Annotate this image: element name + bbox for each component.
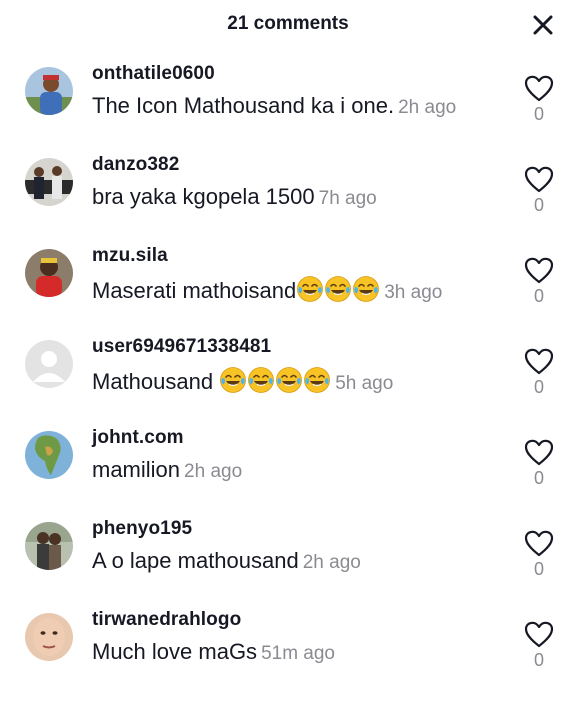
face-with-tears-of-joy-icon xyxy=(297,276,324,302)
comment-text: bra yaka kgopela 1500 xyxy=(92,184,315,209)
comment-time: 2h ago xyxy=(398,97,457,118)
comment-item: tirwanedrahlogo Much love maGs 51m ago 0 xyxy=(0,609,576,704)
comment-text-line: Mathousand 5h ago xyxy=(92,366,393,395)
comment-text: A o lape mathousand xyxy=(92,548,299,573)
comment-time: 3h ago xyxy=(384,282,443,303)
face-with-tears-of-joy-icon xyxy=(248,367,275,393)
heart-outline-icon xyxy=(524,257,554,284)
comment-item: johnt.com mamilion 2h ago 0 xyxy=(0,427,576,522)
like-button[interactable]: 0 xyxy=(522,621,556,681)
heart-outline-icon xyxy=(524,530,554,557)
default-avatar-icon xyxy=(25,340,73,388)
face-with-tears-of-joy-icon xyxy=(276,367,303,393)
comment-text: The Icon Mathousand ka i one. xyxy=(92,93,395,118)
like-count: 0 xyxy=(533,104,544,124)
comments-header: 21 comments xyxy=(0,0,576,50)
avatar[interactable] xyxy=(25,249,73,297)
like-count: 0 xyxy=(533,468,544,488)
comment-username[interactable]: mzu.sila xyxy=(92,245,168,267)
comment-item: onthatile0600 The Icon Mathousand ka i o… xyxy=(0,63,576,158)
like-button[interactable]: 0 xyxy=(522,257,556,317)
like-count: 0 xyxy=(533,377,544,397)
like-count: 0 xyxy=(533,286,544,306)
avatar[interactable] xyxy=(25,67,73,115)
heart-outline-icon xyxy=(524,166,554,193)
comment-username[interactable]: tirwanedrahlogo xyxy=(92,609,241,631)
face-with-tears-of-joy-icon xyxy=(220,367,247,393)
avatar[interactable] xyxy=(25,158,73,206)
avatar[interactable] xyxy=(25,340,73,388)
comment-time: 7h ago xyxy=(318,188,377,209)
comment-text-line: Maserati mathoisand 3h ago xyxy=(92,275,442,304)
comment-text-line: A o lape mathousand 2h ago xyxy=(92,548,361,574)
like-button[interactable]: 0 xyxy=(522,439,556,499)
comment-text: Maserati mathoisand xyxy=(92,278,297,303)
like-button[interactable]: 0 xyxy=(522,75,556,135)
comment-username[interactable]: phenyo195 xyxy=(92,518,192,540)
close-button[interactable] xyxy=(531,13,555,37)
comment-username[interactable]: onthatile0600 xyxy=(92,63,215,85)
face-with-tears-of-joy-icon xyxy=(325,276,352,302)
heart-outline-icon xyxy=(524,621,554,648)
like-count: 0 xyxy=(533,559,544,579)
comment-time: 2h ago xyxy=(302,552,361,573)
like-count: 0 xyxy=(533,195,544,215)
comment-username[interactable]: user6949671338481 xyxy=(92,336,271,358)
comment-item: user6949671338481 Mathousand 5h ago 0 xyxy=(0,336,576,431)
like-button[interactable]: 0 xyxy=(522,348,556,408)
comment-text-line: bra yaka kgopela 1500 7h ago xyxy=(92,184,377,210)
comments-count-title: 21 comments xyxy=(227,13,349,34)
comment-text: Mathousand xyxy=(92,369,220,394)
heart-outline-icon xyxy=(524,348,554,375)
comment-time: 51m ago xyxy=(261,643,336,664)
face-with-tears-of-joy-icon xyxy=(304,367,331,393)
comment-time: 2h ago xyxy=(184,461,243,482)
comment-text: Much love maGs xyxy=(92,639,258,664)
comment-username[interactable]: danzo382 xyxy=(92,154,179,176)
avatar[interactable] xyxy=(25,613,73,661)
comment-text-line: Much love maGs 51m ago xyxy=(92,639,335,665)
comment-item: mzu.sila Maserati mathoisand 3h ago 0 xyxy=(0,245,576,340)
comment-item: phenyo195 A o lape mathousand 2h ago 0 xyxy=(0,518,576,613)
face-with-tears-of-joy-icon xyxy=(353,276,380,302)
comment-text: mamilion xyxy=(92,457,181,482)
like-button[interactable]: 0 xyxy=(522,530,556,590)
comment-item: danzo382 bra yaka kgopela 1500 7h ago 0 xyxy=(0,154,576,249)
close-icon xyxy=(533,15,553,35)
comment-text-line: mamilion 2h ago xyxy=(92,457,242,483)
avatar[interactable] xyxy=(25,431,73,479)
heart-outline-icon xyxy=(524,75,554,102)
comment-username[interactable]: johnt.com xyxy=(92,427,184,449)
heart-outline-icon xyxy=(524,439,554,466)
like-button[interactable]: 0 xyxy=(522,166,556,226)
like-count: 0 xyxy=(533,650,544,670)
comment-text-line: The Icon Mathousand ka i one. 2h ago xyxy=(92,93,456,119)
comment-time: 5h ago xyxy=(335,373,394,394)
avatar[interactable] xyxy=(25,522,73,570)
